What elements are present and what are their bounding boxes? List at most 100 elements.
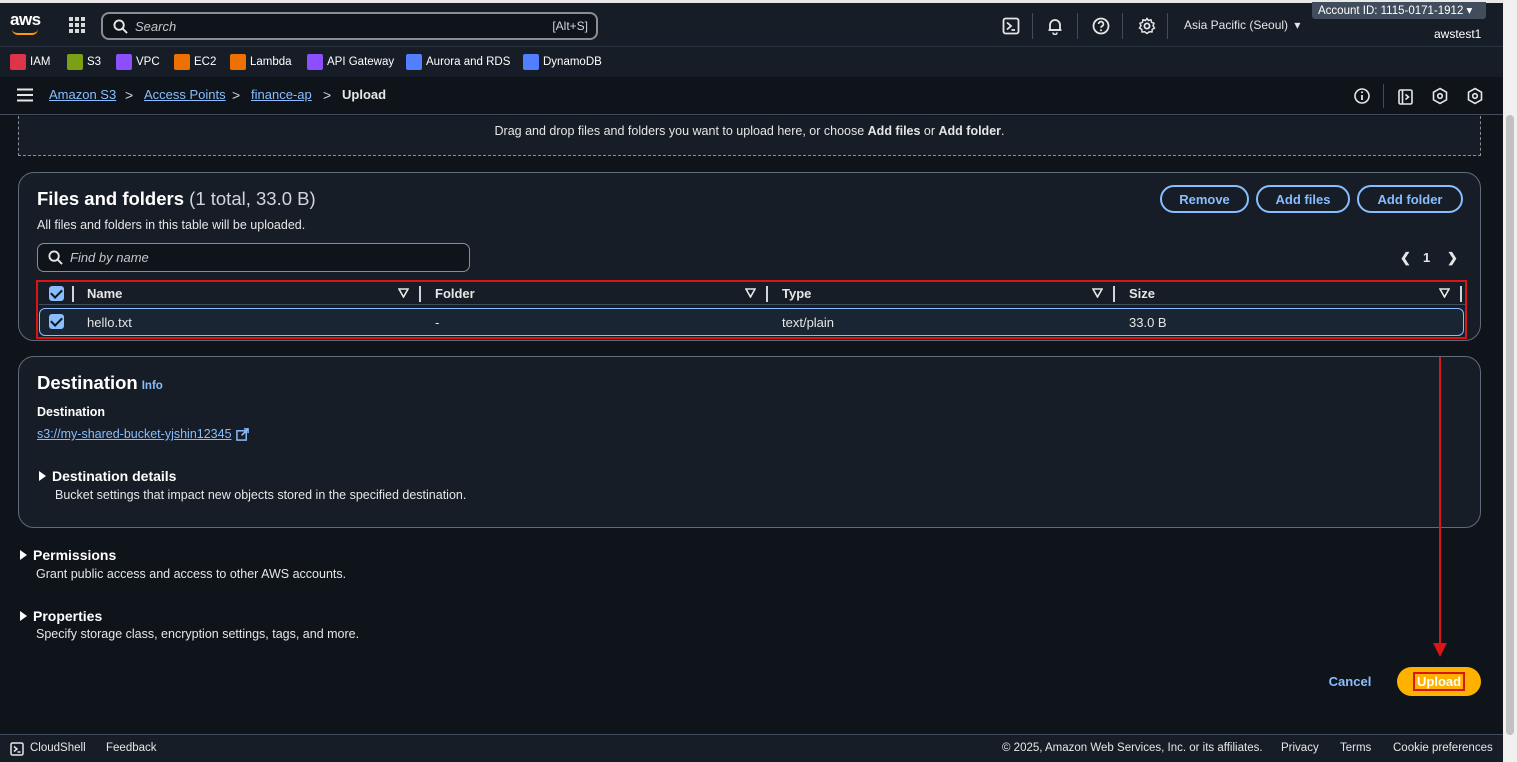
lambda-icon	[230, 54, 246, 70]
favorite-label: Lambda	[250, 56, 292, 68]
region-selector[interactable]: Asia Pacific (Seoul) ▾	[1184, 18, 1300, 32]
column-divider	[766, 286, 768, 302]
pagination-prev-icon[interactable]: ❮	[1400, 250, 1411, 266]
files-panel-title: Files and folders (1 total, 33.0 B)	[37, 188, 316, 209]
external-link-icon	[235, 427, 249, 441]
favorite-ec2[interactable]: EC2	[174, 54, 216, 70]
services-grid-icon[interactable]	[69, 17, 85, 33]
info-icon[interactable]	[1353, 87, 1371, 105]
chevron-right-icon: >	[125, 87, 134, 103]
breadcrumb-access-points[interactable]: Access Points	[144, 87, 226, 102]
cell-size: 33.0 B	[1129, 315, 1167, 330]
sort-caret-icon[interactable]	[1092, 288, 1103, 298]
nav-divider	[1077, 13, 1078, 39]
sort-caret-icon[interactable]	[398, 288, 409, 298]
settings-hex-icon[interactable]	[1431, 87, 1449, 105]
search-icon	[113, 19, 128, 34]
favorite-vpc[interactable]: VPC	[116, 54, 160, 70]
column-header-folder[interactable]: Folder	[435, 286, 475, 301]
upload-button[interactable]: Upload	[1397, 667, 1481, 696]
search-input[interactable]	[135, 17, 535, 35]
remove-button[interactable]: Remove	[1160, 185, 1249, 213]
upload-dropzone[interactable]: Drag and drop files and folders you want…	[18, 116, 1481, 156]
footer-feedback[interactable]: Feedback	[106, 742, 157, 754]
column-divider	[1460, 286, 1462, 302]
footer: CloudShell Feedback © 2025, Amazon Web S…	[0, 734, 1503, 762]
column-divider	[1113, 286, 1115, 302]
files-panel-description: All files and folders in this table will…	[37, 218, 306, 232]
preferences-hex-icon[interactable]	[1466, 87, 1484, 105]
aws-logo[interactable]: aws	[10, 11, 44, 37]
favorite-dynamodb[interactable]: DynamoDB	[523, 54, 602, 70]
select-all-checkbox[interactable]	[49, 286, 64, 301]
permissions-expander[interactable]: Permissions	[20, 547, 116, 563]
cancel-button[interactable]: Cancel	[1318, 669, 1382, 693]
column-header-name[interactable]: Name	[87, 286, 122, 301]
caret-right-icon	[20, 550, 27, 560]
destination-link[interactable]: s3://my-shared-bucket-yjshin12345	[37, 427, 249, 441]
search-shortcut-hint: [Alt+S]	[552, 19, 588, 33]
row-checkbox[interactable]	[49, 314, 64, 329]
favorite-aurora-rds[interactable]: Aurora and RDS	[406, 54, 510, 70]
files-count: (1 total, 33.0 B)	[189, 188, 316, 209]
pagination-page[interactable]: 1	[1423, 250, 1430, 265]
notes-icon[interactable]	[1397, 88, 1415, 106]
nav-divider	[1032, 13, 1033, 39]
destination-url: s3://my-shared-bucket-yjshin12345	[37, 427, 232, 441]
info-link[interactable]: Info	[142, 380, 163, 392]
top-navigation: aws [Alt+S] Asia Pacific (Seoul) ▾ awste…	[0, 0, 1503, 46]
chevron-right-icon: >	[323, 87, 332, 103]
destination-details-description: Bucket settings that impact new objects …	[55, 488, 467, 502]
nav-divider	[1167, 13, 1168, 39]
username[interactable]: awstest1	[1434, 27, 1481, 41]
breadcrumb-finance-ap[interactable]: finance-ap	[251, 87, 312, 102]
destination-details-expander[interactable]: Destination details	[39, 468, 176, 484]
annotation-arrow-line	[1439, 357, 1441, 647]
favorites-bar: IAM S3 VPC EC2 Lambda API Gateway Aurora…	[0, 46, 1503, 77]
breadcrumb-amazon-s3[interactable]: Amazon S3	[49, 87, 116, 102]
table-header: Name Folder Type Size	[39, 282, 1465, 305]
table-row[interactable]: hello.txt - text/plain 33.0 B	[39, 308, 1464, 336]
footer-terms[interactable]: Terms	[1340, 742, 1371, 754]
account-id-label: Account ID: 1115-0171-1912	[1318, 5, 1464, 17]
pagination-next-icon[interactable]: ❯	[1447, 250, 1458, 266]
footer-cloudshell[interactable]: CloudShell	[30, 742, 86, 754]
destination-title: Destination Info	[37, 372, 163, 393]
nav-divider	[1383, 84, 1384, 108]
find-by-name-filter[interactable]	[37, 243, 470, 272]
account-id-tab[interactable]: Account ID: 1115-0171-1912 ▾	[1312, 2, 1486, 19]
favorite-s3[interactable]: S3	[67, 54, 101, 70]
footer-privacy[interactable]: Privacy	[1281, 742, 1319, 754]
cell-name: hello.txt	[87, 315, 132, 330]
destination-details-title: Destination details	[52, 468, 177, 484]
scrollbar-thumb[interactable]	[1506, 115, 1514, 735]
search-icon	[48, 250, 63, 265]
column-divider	[419, 286, 421, 302]
favorite-iam[interactable]: IAM	[10, 54, 50, 70]
footer-cookie-preferences[interactable]: Cookie preferences	[1393, 742, 1493, 754]
favorite-api-gateway[interactable]: API Gateway	[307, 54, 394, 70]
add-folder-button[interactable]: Add folder	[1357, 185, 1463, 213]
sort-caret-icon[interactable]	[745, 288, 756, 298]
bell-icon[interactable]	[1046, 17, 1064, 35]
column-header-size[interactable]: Size	[1129, 286, 1155, 301]
add-files-button[interactable]: Add files	[1256, 185, 1350, 213]
column-divider	[72, 286, 74, 302]
help-icon[interactable]	[1092, 17, 1110, 35]
menu-icon[interactable]	[17, 88, 33, 102]
gear-icon[interactable]	[1138, 17, 1156, 35]
global-search[interactable]: [Alt+S]	[101, 12, 598, 40]
favorite-label: DynamoDB	[543, 56, 602, 68]
properties-expander[interactable]: Properties	[20, 608, 102, 624]
cloudshell-icon[interactable]	[1002, 17, 1020, 35]
caret-down-icon: ▾	[1466, 5, 1473, 17]
find-by-name-input[interactable]	[70, 249, 450, 266]
nav-divider	[1122, 13, 1123, 39]
iam-icon	[10, 54, 26, 70]
destination-label: Destination	[37, 405, 106, 419]
dynamodb-icon	[523, 54, 539, 70]
sort-caret-icon[interactable]	[1439, 288, 1450, 298]
column-header-type[interactable]: Type	[782, 286, 811, 301]
favorite-lambda[interactable]: Lambda	[230, 54, 292, 70]
cloudshell-icon[interactable]	[10, 742, 24, 756]
